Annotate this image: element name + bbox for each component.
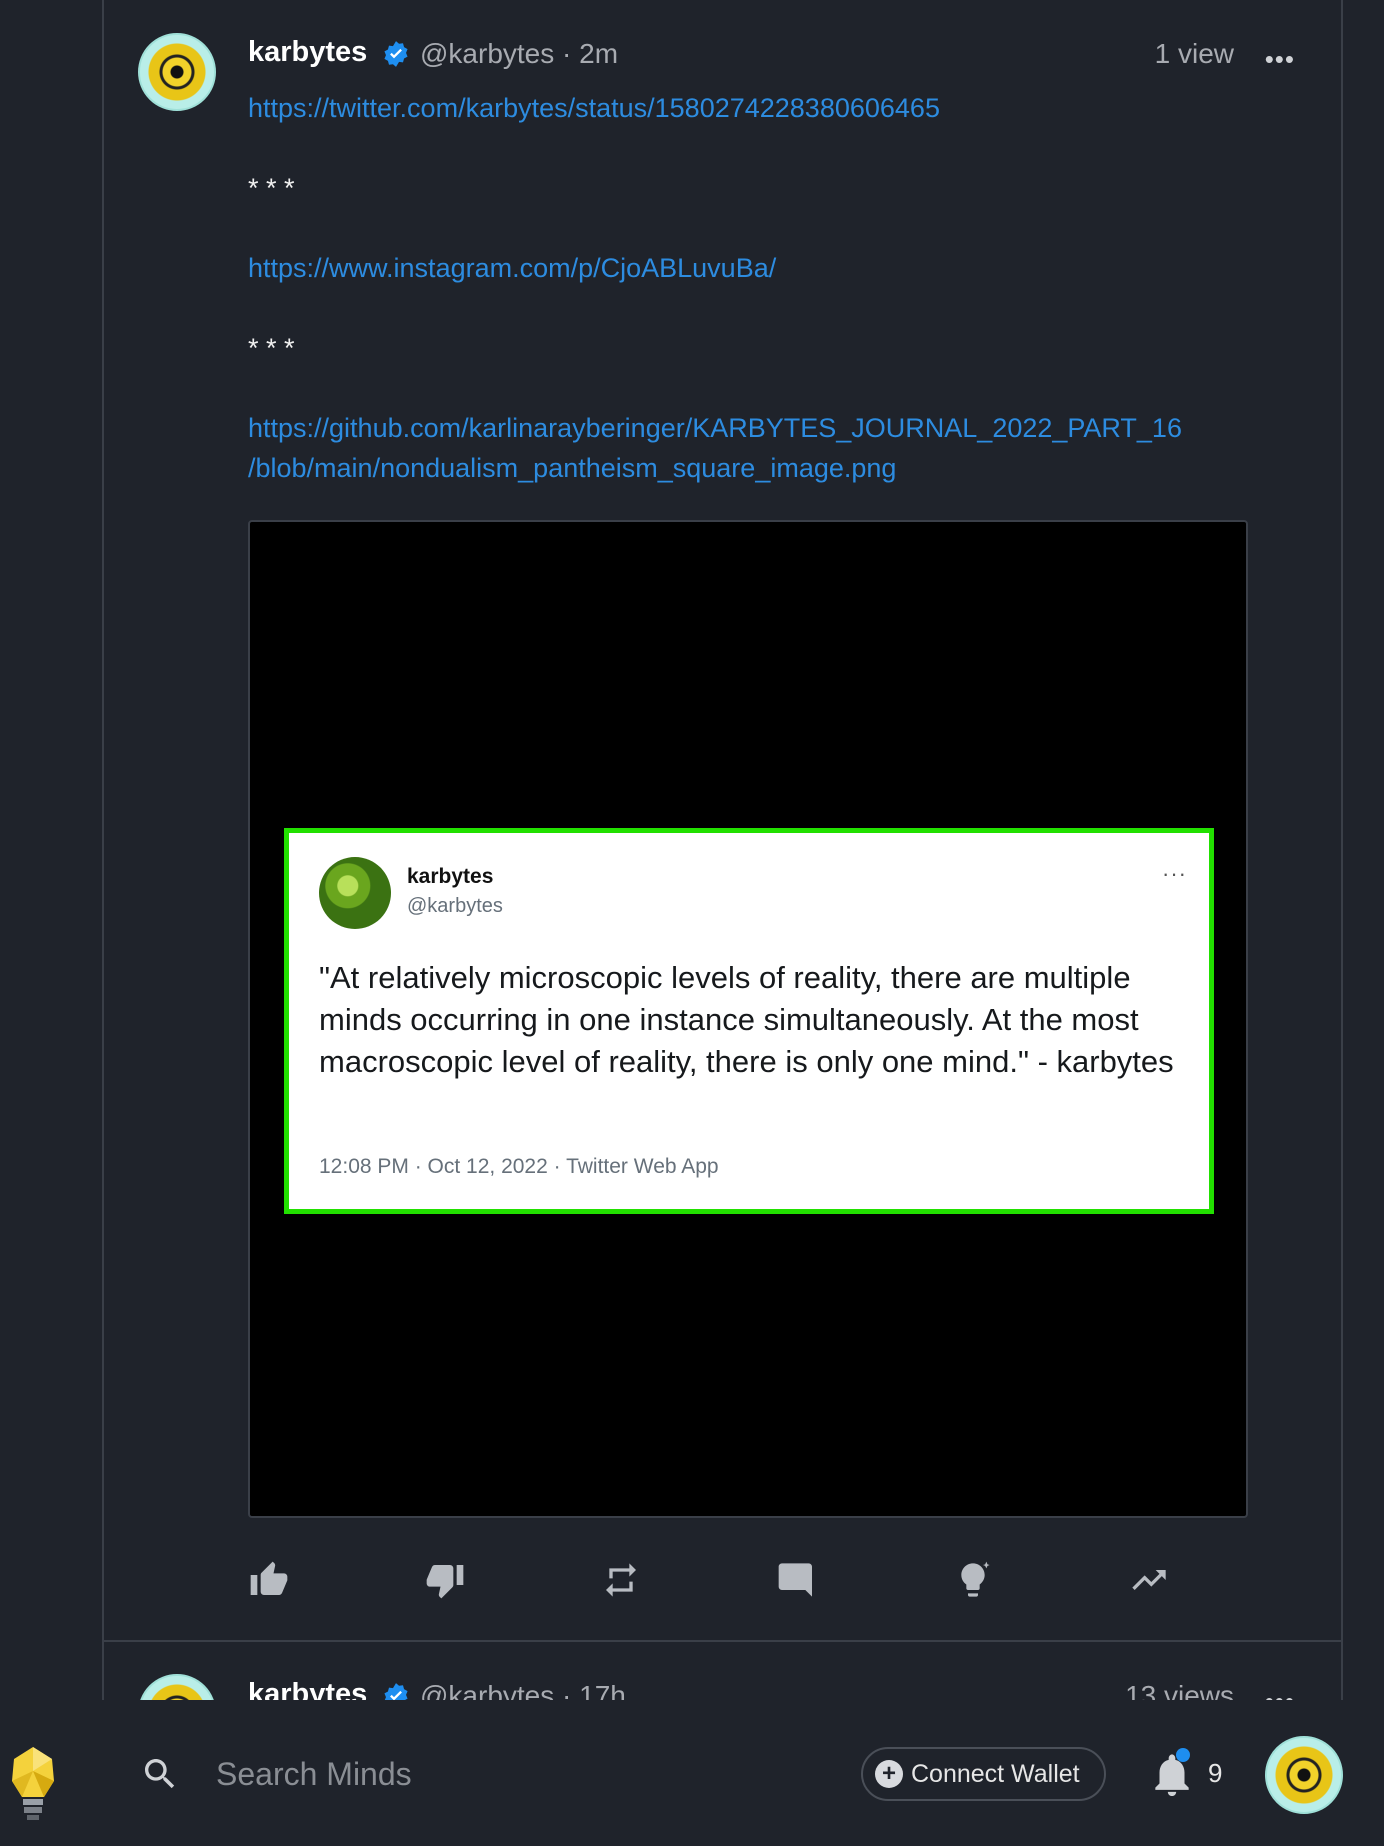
github-link-line1[interactable]: https://github.com/karlinarayberinger/KA… [248, 408, 1308, 448]
embedded-tweet-screenshot: karbytes @karbytes ··· "At relatively mi… [284, 828, 1214, 1214]
author-handle-time[interactable]: @karbytes · 17h [420, 1680, 626, 1700]
author-avatar[interactable] [138, 1674, 216, 1700]
connect-wallet-label: Connect Wallet [911, 1759, 1080, 1788]
tweet-author-handle: @karbytes [407, 895, 503, 917]
author-handle-time[interactable]: @karbytes · 2m [420, 38, 618, 70]
author-name[interactable]: karbytes [248, 36, 367, 69]
thumbs-down-icon[interactable] [424, 1560, 466, 1600]
trending-icon[interactable] [1128, 1560, 1170, 1600]
author-name[interactable]: karbytes [248, 1678, 367, 1700]
tweet-avatar [319, 857, 391, 929]
tweet-author-name: karbytes [407, 865, 494, 888]
notification-count[interactable]: 9 [1208, 1758, 1222, 1789]
view-count: 1 view [1154, 38, 1234, 69]
thumbs-up-icon[interactable] [248, 1560, 290, 1600]
more-options-icon[interactable]: ••• [1265, 44, 1295, 75]
instagram-link[interactable]: https://www.instagram.com/p/CjoABLuvuBa/ [248, 248, 1308, 288]
post-actions [248, 1560, 1248, 1600]
github-link-line2[interactable]: /blob/main/nondualism_pantheism_square_i… [248, 448, 1308, 488]
author-avatar[interactable] [138, 33, 216, 111]
post-image[interactable]: karbytes @karbytes ··· "At relatively mi… [248, 520, 1248, 1518]
plus-icon: + [875, 1760, 903, 1788]
minds-logo-icon[interactable] [8, 1745, 58, 1821]
view-count: 13 views [1125, 1680, 1234, 1700]
user-avatar[interactable] [1265, 1736, 1343, 1814]
tweet-quote: "At relatively microscopic levels of rea… [319, 960, 1174, 1079]
verified-badge-icon [384, 1683, 408, 1700]
notification-dot [1176, 1748, 1190, 1762]
comment-icon[interactable] [776, 1560, 818, 1600]
separator: * * * [248, 333, 295, 363]
post-body: https://twitter.com/karbytes/status/1580… [248, 88, 1308, 488]
more-options-icon[interactable]: ••• [1265, 1686, 1295, 1700]
connect-wallet-button[interactable]: + Connect Wallet [861, 1747, 1106, 1801]
tweet-meta: 12:08 PM · Oct 12, 2022 · Twitter Web Ap… [319, 1155, 719, 1178]
tweet-more-icon: ··· [1162, 861, 1187, 886]
feed-border-right [1341, 0, 1343, 1700]
bottom-topbar: + Connect Wallet 9 [0, 1700, 1384, 1846]
search-input[interactable] [214, 1748, 638, 1800]
activity-post-2: karbytes @karbytes · 17h 13 views ••• [104, 1642, 1341, 1700]
verified-badge-icon [384, 41, 408, 67]
twitter-link[interactable]: https://twitter.com/karbytes/status/1580… [248, 88, 1308, 128]
remind-icon[interactable] [600, 1560, 642, 1600]
left-rail [0, 0, 102, 1846]
search-icon[interactable] [140, 1754, 180, 1794]
separator: * * * [248, 173, 295, 203]
feed-border-left [102, 0, 104, 1700]
boost-icon[interactable] [952, 1560, 994, 1600]
